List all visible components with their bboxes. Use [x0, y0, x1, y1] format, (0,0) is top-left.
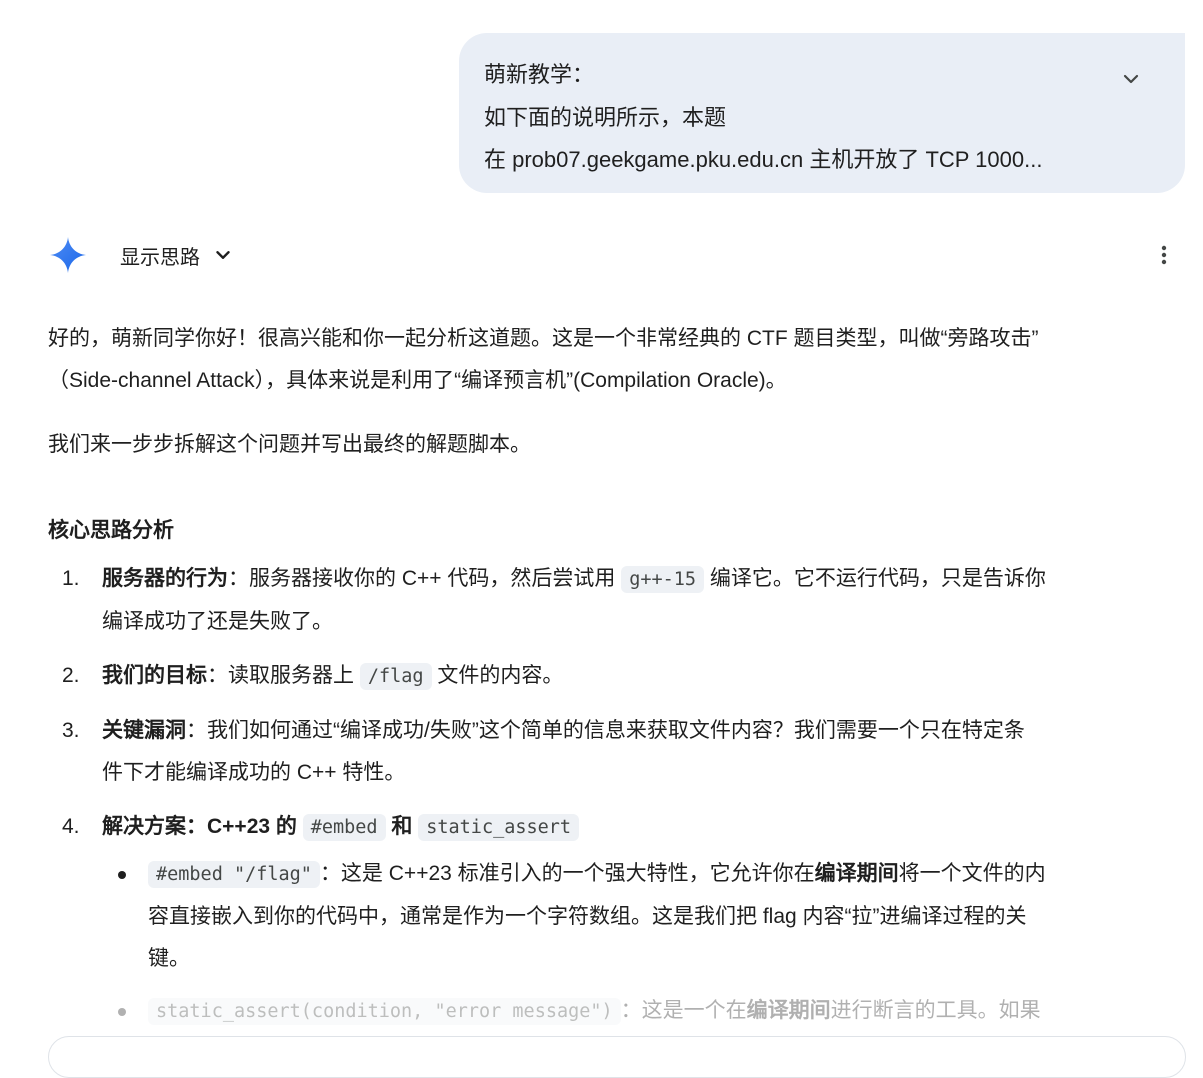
inline-code: static_assert — [418, 814, 580, 841]
section-heading: 核心思路分析 — [48, 519, 174, 542]
item-text: 文件的内容。 — [437, 664, 564, 687]
item-text: 编译成功了还是失败了。 — [102, 610, 333, 633]
bullet-item: static_assert(condition, "error message"… — [102, 990, 1188, 1033]
list-number: 4. — [62, 815, 80, 838]
list-number: 3. — [62, 719, 80, 742]
list-number: 2. — [62, 664, 80, 687]
bullet-dot-icon — [118, 1008, 126, 1016]
expand-message-chevron-icon[interactable] — [1119, 67, 1143, 91]
gemini-sparkle-icon — [48, 235, 88, 275]
response-paragraph: 我们来一步步拆解这个问题并写出最终的解题脚本。 — [48, 433, 531, 456]
list-item: 1. 服务器的行为：服务器接收你的 C++ 代码，然后尝试用 g++-15 编译… — [48, 558, 1188, 643]
list-item: 3. 关键漏洞：我们如何通过“编译成功/失败”这个简单的信息来获取文件内容？我们… — [48, 710, 1188, 794]
list-item: 2. 我们的目标：读取服务器上 /flag 文件的内容。 — [48, 655, 1188, 698]
show-thinking-toggle[interactable]: 显示思路 — [120, 241, 234, 269]
item-bold: 我们的目标 — [102, 664, 207, 687]
item-bold: 关键漏洞 — [102, 719, 186, 742]
model-response-body: 好的，萌新同学你好！很高兴能和你一起分析这道题。这是一个非常经典的 CTF 题目… — [48, 318, 1188, 1045]
model-response-header: 显示思路 — [48, 233, 1178, 277]
item-text: 将一个文件的内 — [898, 862, 1046, 885]
item-text: 进行断言的工具。如果 — [830, 999, 1041, 1022]
user-message-bubble: 萌新教学： 如下面的说明所示，本题 在 prob07.geekgame.pku.… — [459, 33, 1185, 193]
item-bold: 编译期间 — [814, 862, 899, 885]
list-number: 1. — [62, 567, 80, 590]
item-text: ：我们如何通过“编译成功/失败”这个简单的信息来获取文件内容？我们需要一个只在特… — [186, 719, 1025, 742]
inline-code: /flag — [359, 663, 432, 690]
item-text: ：这是一个在 — [620, 999, 747, 1022]
item-text: 键。 — [148, 947, 190, 970]
more-options-icon[interactable] — [1150, 241, 1178, 269]
chevron-down-icon — [216, 251, 230, 259]
item-bold: 服务器的行为 — [102, 567, 228, 590]
item-text: 件下才能编译成功的 C++ 特性。 — [102, 761, 406, 784]
item-text: ：这是 C++23 标准引入的一个强大特性，它允许你在 — [319, 862, 815, 885]
item-bold: 和 — [391, 815, 413, 838]
bullet-list: #embed "/flag" ：这是 C++23 标准引入的一个强大特性，它允许你… — [102, 853, 1188, 1033]
bullet-dot-icon — [118, 871, 126, 879]
list-item: 4. 解决方案：C++23 的 #embed 和 static_assert #… — [48, 806, 1188, 1033]
bullet-item: #embed "/flag" ：这是 C++23 标准引入的一个强大特性，它允许你… — [102, 853, 1188, 980]
item-text: 容直接嵌入到你的代码中，通常是作为一个字符数组。这是我们把 flag 内容“拉”… — [148, 905, 1027, 928]
item-text: 编译它。它不运行代码，只是告诉你 — [709, 567, 1046, 590]
user-message-line: 在 prob07.geekgame.pku.edu.cn 主机开放了 TCP 1… — [484, 147, 1043, 172]
item-bold: 解决方案：C++23 的 — [102, 815, 297, 838]
user-message-line: 萌新教学： — [484, 62, 595, 87]
inline-code: static_assert(condition, "error message"… — [148, 998, 621, 1025]
response-paragraph: 好的，萌新同学你好！很高兴能和你一起分析这道题。这是一个非常经典的 CTF 题目… — [48, 327, 1039, 350]
prompt-input-box[interactable] — [48, 1036, 1186, 1078]
item-bold: 编译期间 — [746, 999, 831, 1022]
inline-code: #embed "/flag" — [148, 861, 320, 888]
response-paragraph: （Side-channel Attack），具体来说是利用了“编译预言机”(Co… — [48, 369, 787, 392]
item-text: ：服务器接收你的 C++ 代码，然后尝试用 — [228, 567, 616, 590]
inline-code: #embed — [302, 814, 386, 841]
item-text: ：读取服务器上 — [207, 664, 354, 687]
numbered-list: 1. 服务器的行为：服务器接收你的 C++ 代码，然后尝试用 g++-15 编译… — [48, 558, 1188, 1033]
user-message-line: 如下面的说明所示，本题 — [484, 104, 727, 130]
show-thinking-label: 显示思路 — [120, 246, 200, 269]
inline-code: g++-15 — [621, 566, 705, 593]
